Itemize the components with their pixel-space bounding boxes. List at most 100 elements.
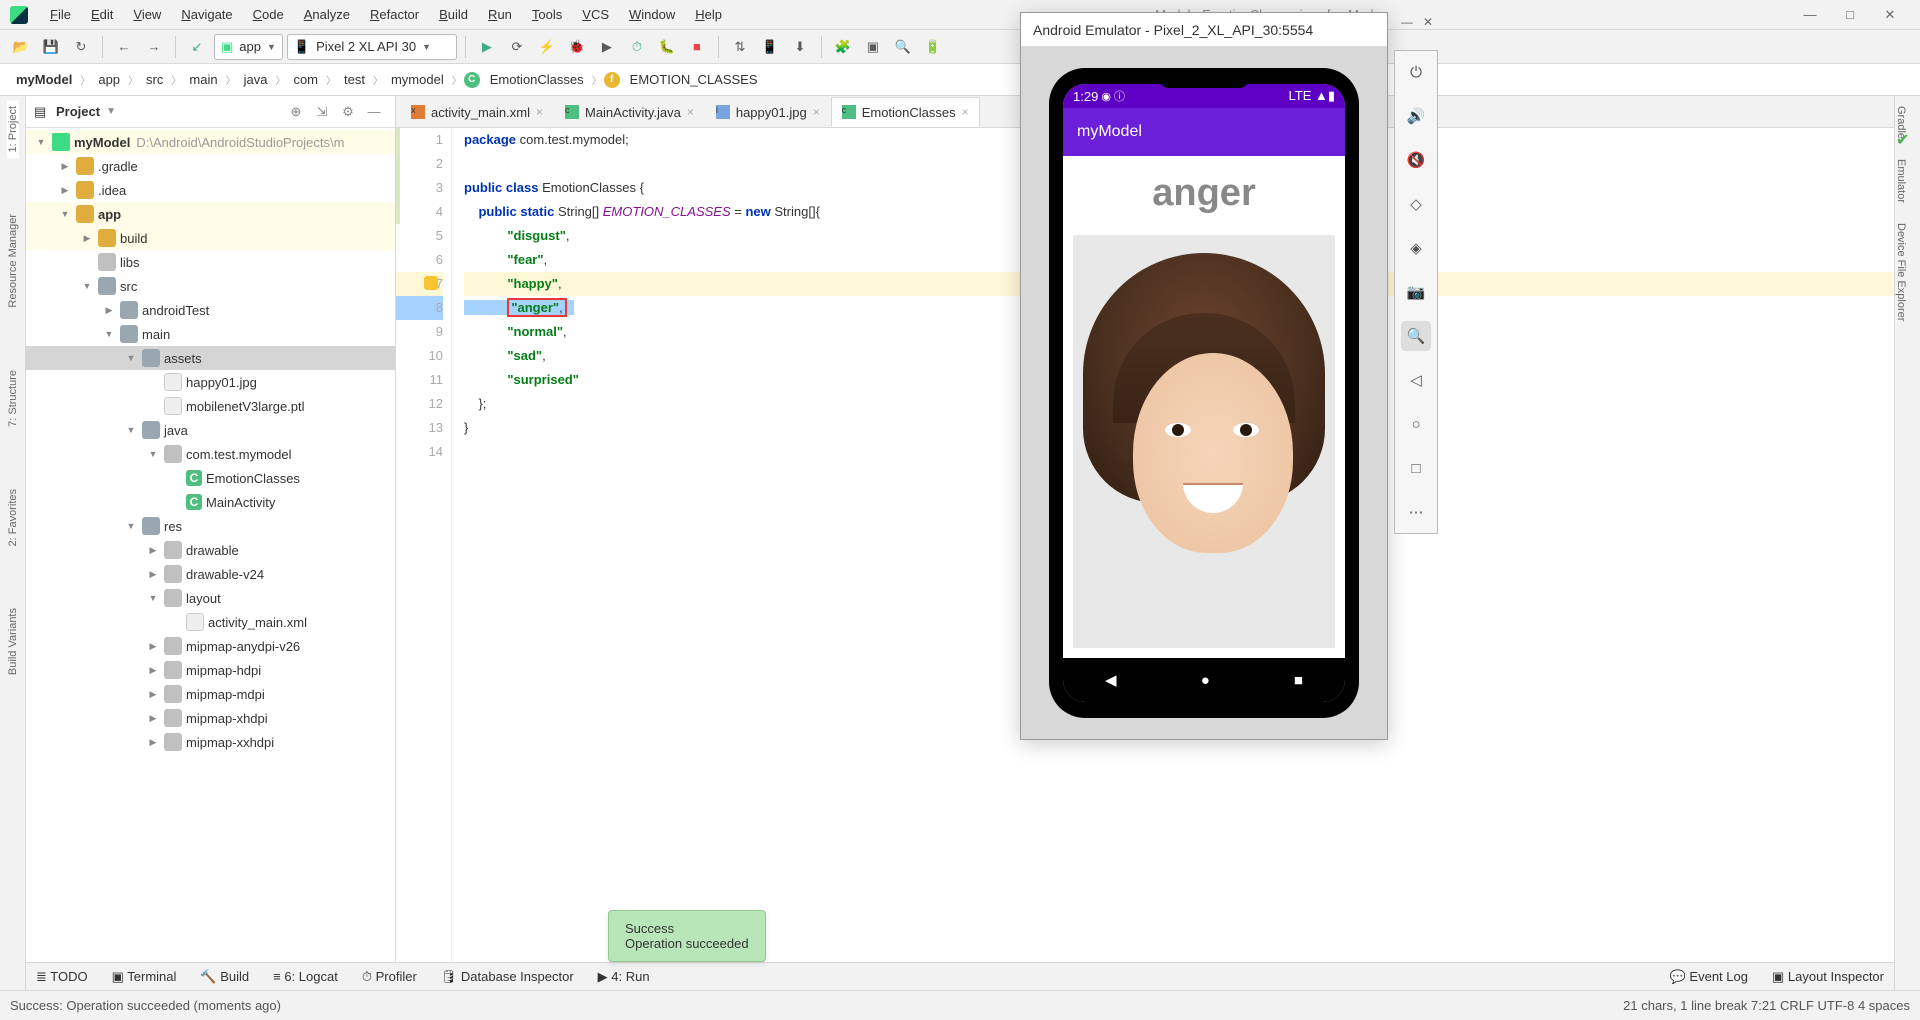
emu-overview-button[interactable]: □ [1401,453,1431,483]
emu-close[interactable]: ✕ [1423,15,1433,29]
tree-item[interactable]: libs [26,250,395,274]
menu-tools[interactable]: Tools [522,7,572,22]
tree-root[interactable]: ▼myModelD:\Android\AndroidStudioProjects… [26,130,395,154]
forward-button[interactable]: → [141,34,167,60]
crumb[interactable]: app [92,72,126,87]
attach-button[interactable]: 🐛 [654,34,680,60]
tool-run[interactable]: ▶ 4: Run [598,969,650,985]
crumb[interactable]: test [338,72,371,87]
tree-item[interactable]: CEmotionClasses [26,466,395,490]
emu-back-button[interactable]: ◁ [1401,365,1431,395]
crumb[interactable]: myModel [10,72,78,87]
android-nav-bar[interactable]: ◀ ● ■ [1063,658,1345,702]
menu-edit[interactable]: Edit [81,7,123,22]
crumb[interactable]: com [287,72,324,87]
back-button[interactable]: ← [111,34,137,60]
tree-item[interactable]: CMainActivity [26,490,395,514]
tool-logcat[interactable]: ≡ 6: Logcat [273,969,338,984]
android-back[interactable]: ◀ [1105,671,1117,689]
crumb[interactable]: java [238,72,274,87]
tree-item[interactable]: ▶mipmap-mdpi [26,682,395,706]
editor-tab[interactable]: ihappy01.jpg× [705,97,831,127]
project-label[interactable]: Project [56,104,100,119]
tree-item[interactable]: ▶.gradle [26,154,395,178]
tool-layout-inspector[interactable]: ▣ Layout Inspector [1772,969,1884,985]
emu-screenshot-button[interactable]: 📷 [1401,277,1431,307]
emu-vol-down-button[interactable]: 🔇 [1401,145,1431,175]
tree-item[interactable]: ▶build [26,226,395,250]
tree-item[interactable]: ▶mipmap-anydpi-v26 [26,634,395,658]
tree-item[interactable]: ▶drawable-v24 [26,562,395,586]
hide-button[interactable]: — [361,104,387,119]
emu-power-button[interactable]: ⏻ [1401,57,1431,87]
tool-db-inspector[interactable]: 🛢 Database Inspector [441,969,574,985]
menu-window[interactable]: Window [619,7,685,22]
rail-structure[interactable]: 7: Structure [7,364,19,433]
rail-resource-manager[interactable]: Resource Manager [7,208,19,314]
select-open-button[interactable]: ⊕ [283,104,309,120]
apply-changes-button[interactable]: ⟳ [504,34,530,60]
avd-button[interactable]: 📱 [757,34,783,60]
tree-item[interactable]: ▶androidTest [26,298,395,322]
crumb[interactable]: EMOTION_CLASSES [624,72,764,87]
settings-button[interactable]: ⚙ [335,104,361,120]
tree-item[interactable]: ▼com.test.mymodel [26,442,395,466]
menu-file[interactable]: File [40,7,81,22]
tree-item[interactable]: ▼java [26,418,395,442]
android-recent[interactable]: ■ [1294,672,1303,689]
battery-button[interactable]: 🔋 [920,34,946,60]
tree-item[interactable]: ▶drawable [26,538,395,562]
emu-more-button[interactable]: ⋯ [1401,497,1431,527]
tree-item[interactable]: ▶mipmap-xxhdpi [26,730,395,754]
menu-build[interactable]: Build [429,7,478,22]
crumb[interactable]: EmotionClasses [484,72,590,87]
sync-button[interactable]: ↻ [68,34,94,60]
tree-item[interactable]: ▼src [26,274,395,298]
stop-button[interactable]: ■ [684,34,710,60]
device-combo[interactable]: 📱Pixel 2 XL API 30▼ [287,34,457,60]
layout-insp-button[interactable]: ▣ [860,34,886,60]
debug-button[interactable]: 🐞 [564,34,590,60]
coverage-button[interactable]: ▶ [594,34,620,60]
menu-vcs[interactable]: VCS [572,7,619,22]
tree-item[interactable]: ▼layout [26,586,395,610]
menu-analyze[interactable]: Analyze [294,7,360,22]
menu-view[interactable]: View [123,7,171,22]
expand-button[interactable]: ⇲ [309,104,335,120]
android-home[interactable]: ● [1201,672,1210,689]
minimize-button[interactable]: — [1790,7,1830,22]
crumb[interactable]: src [140,72,169,87]
tool-todo[interactable]: ≣ TODO [36,969,88,985]
editor-tab[interactable]: xactivity_main.xml× [400,97,554,127]
tree-item[interactable]: happy01.jpg [26,370,395,394]
tool-terminal[interactable]: ▣ Terminal [112,969,177,985]
tree-item[interactable]: activity_main.xml [26,610,395,634]
crumb[interactable]: main [183,72,223,87]
rail-emulator[interactable]: Emulator [1895,149,1907,213]
emu-rotate-left-button[interactable]: ◇ [1401,189,1431,219]
run-button[interactable]: ▶ [474,34,500,60]
build-button[interactable]: ↙ [184,34,210,60]
search-button[interactable]: 🔍 [890,34,916,60]
emu-home-button[interactable]: ○ [1401,409,1431,439]
tree-item[interactable]: ▶mipmap-hdpi [26,658,395,682]
rail-device-explorer[interactable]: Device File Explorer [1895,213,1907,331]
menu-refactor[interactable]: Refactor [360,7,429,22]
sdk-button[interactable]: ⬇ [787,34,813,60]
rail-build-variants[interactable]: Build Variants [7,602,19,681]
apply-code-button[interactable]: ⚡ [534,34,560,60]
menu-navigate[interactable]: Navigate [171,7,242,22]
tree-item[interactable]: ▶.idea [26,178,395,202]
emu-vol-up-button[interactable]: 🔊 [1401,101,1431,131]
tool-event-log[interactable]: 💬 Event Log [1670,969,1748,985]
tree-item[interactable]: ▼assets [26,346,395,370]
tool-profiler[interactable]: ⏱ Profiler [362,969,417,985]
emu-zoom-button[interactable]: 🔍 [1401,321,1431,351]
open-button[interactable]: 📂 [8,34,34,60]
save-button[interactable]: 💾 [38,34,64,60]
maximize-button[interactable]: □ [1830,7,1870,22]
emu-minimize[interactable]: — [1401,15,1413,29]
emu-rotate-right-button[interactable]: ◈ [1401,233,1431,263]
tree-item[interactable]: ▼res [26,514,395,538]
emulator-window[interactable]: Android Emulator - Pixel_2_XL_API_30:555… [1020,12,1388,740]
